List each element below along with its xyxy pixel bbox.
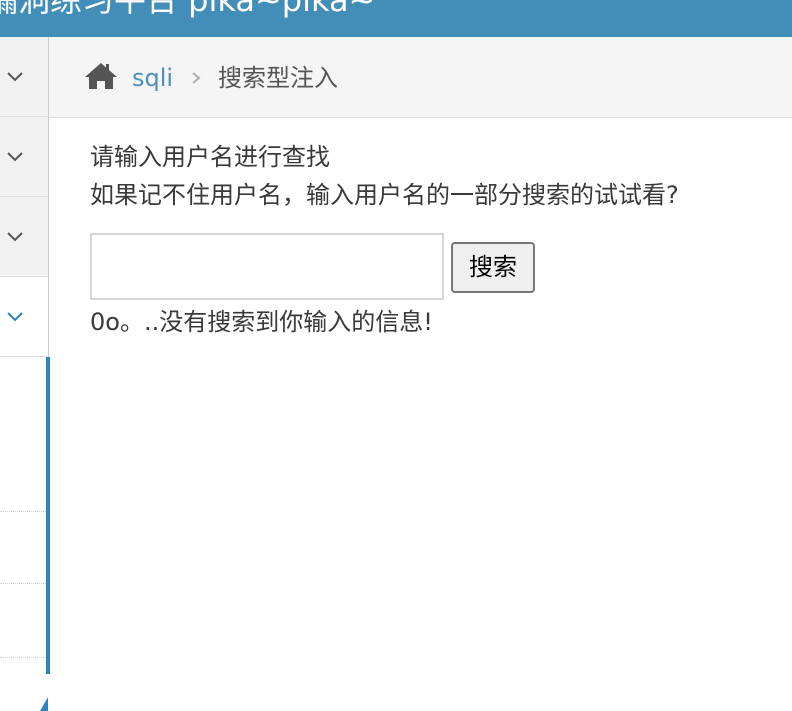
app-title: 漏洞练习平台 pika~pika~ xyxy=(0,0,376,19)
chevron-right-icon xyxy=(192,72,201,84)
home-icon[interactable] xyxy=(84,61,118,91)
chevron-down-icon xyxy=(7,232,23,242)
search-button[interactable]: 搜索 xyxy=(451,242,535,293)
hint-text: 如果记不住用户名，输入用户名的一部分搜索的试试看? xyxy=(90,181,679,209)
chevron-down-icon xyxy=(7,312,23,322)
search-input[interactable] xyxy=(90,233,444,300)
submenu-divider xyxy=(0,583,48,584)
breadcrumb: sqli 搜索型注入 xyxy=(49,37,792,118)
sidebar-item-2[interactable] xyxy=(0,117,48,197)
breadcrumb-current: 搜索型注入 xyxy=(218,64,338,92)
sidebar-active-indicator xyxy=(46,357,50,674)
sidebar-active-indicator-tip xyxy=(40,697,48,711)
breadcrumb-link-sqli[interactable]: sqli xyxy=(132,63,173,93)
sidebar xyxy=(0,37,50,711)
submenu-divider xyxy=(0,657,48,658)
result-message: 0o。..没有搜索到你输入的信息! xyxy=(90,308,433,336)
sidebar-item-3[interactable] xyxy=(0,197,48,277)
chevron-down-icon xyxy=(7,72,23,82)
sidebar-item-sqli[interactable] xyxy=(0,277,48,357)
submenu-item[interactable] xyxy=(0,357,48,437)
sidebar-submenu xyxy=(0,357,48,674)
top-navbar: 漏洞练习平台 pika~pika~ xyxy=(0,0,792,37)
chevron-down-icon xyxy=(7,152,23,162)
sidebar-item-1[interactable] xyxy=(0,37,48,117)
submenu-divider xyxy=(0,511,48,512)
instruction-text: 请输入用户名进行查找 xyxy=(90,143,330,171)
